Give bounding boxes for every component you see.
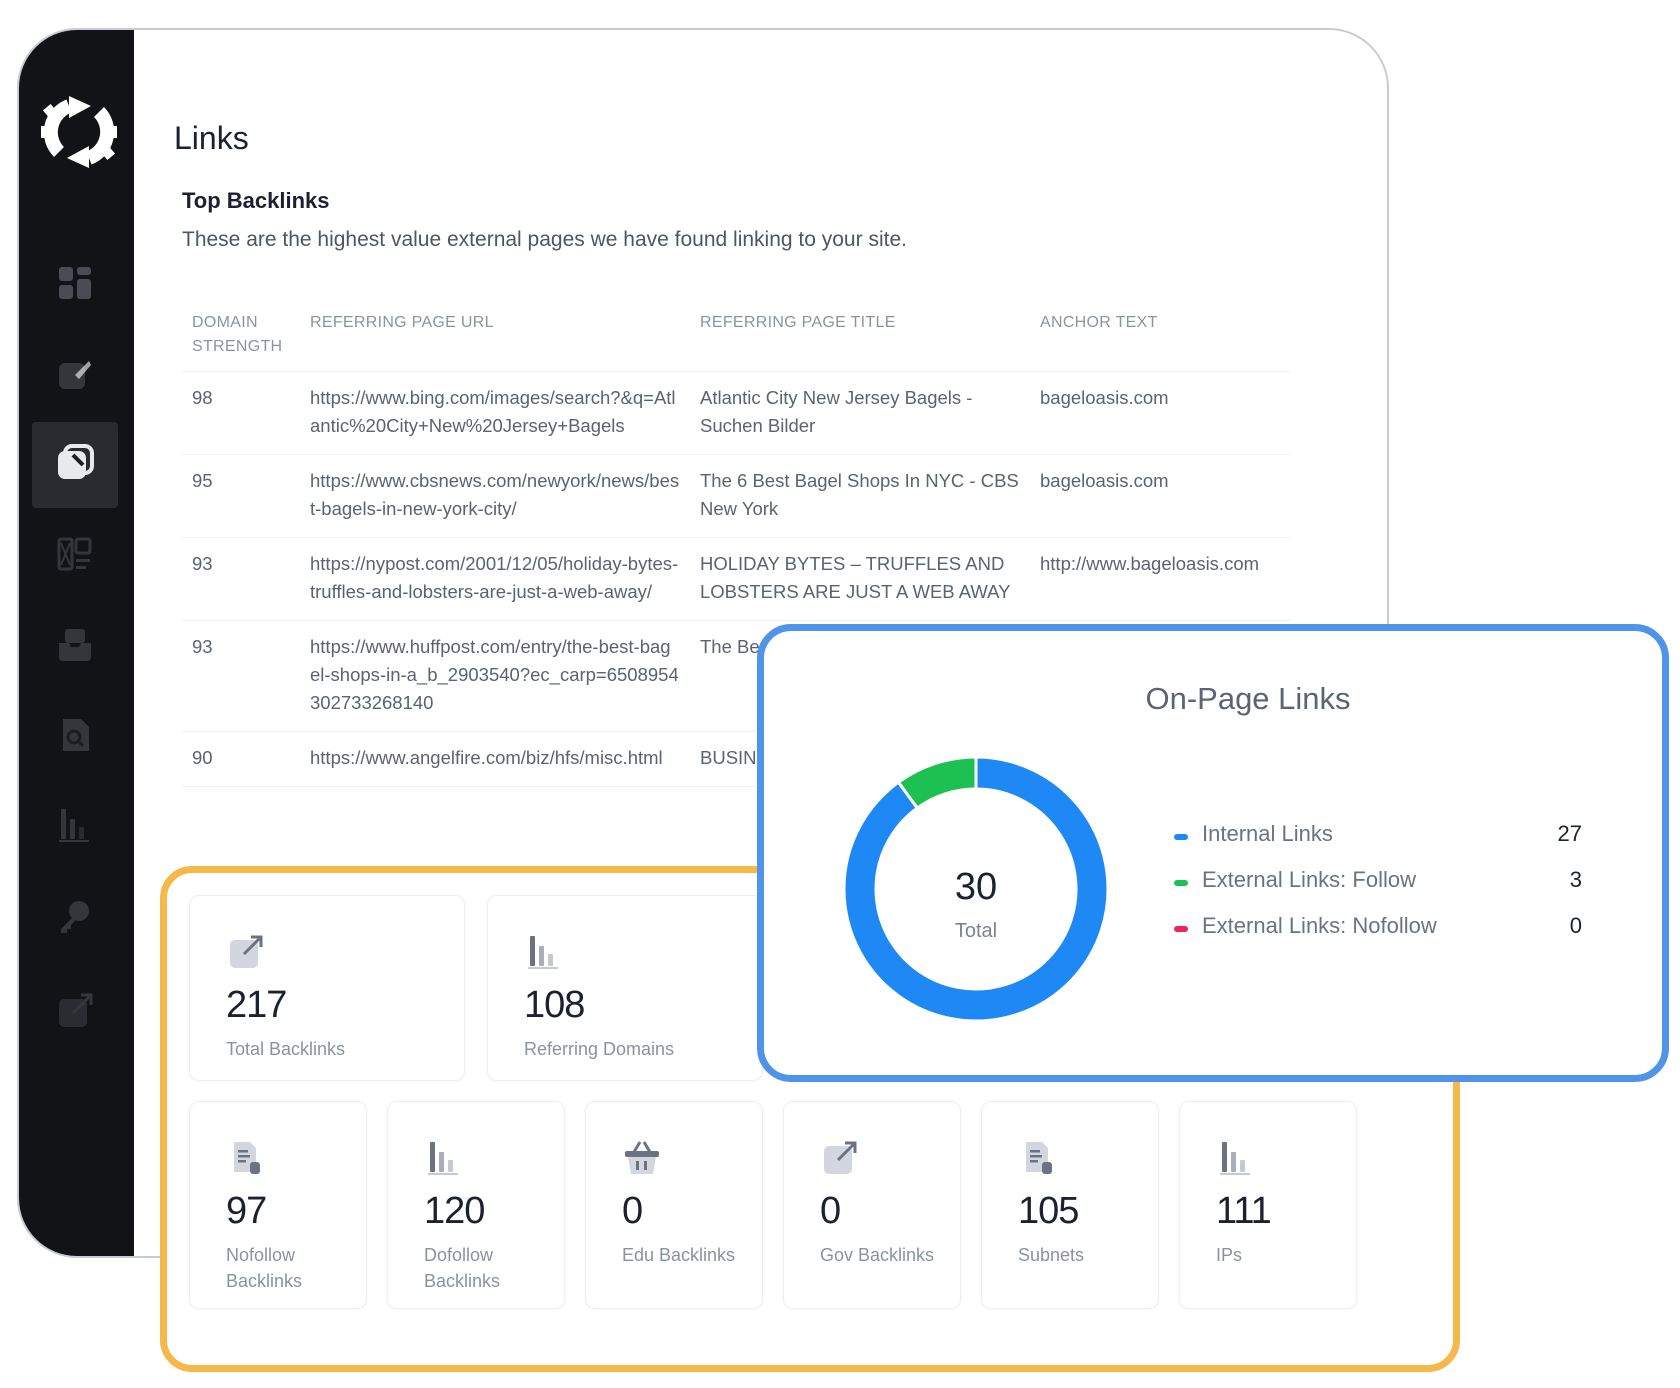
sidebar-item-edit[interactable] (32, 332, 118, 418)
anchor-text-cell: bageloasis.com (1030, 454, 1290, 538)
column-header-domain-strength[interactable]: DOMAIN STRENGTH (182, 295, 300, 372)
basket-icon (622, 1138, 662, 1178)
stat-value: 120 (424, 1190, 485, 1232)
sidebar-item-inbox[interactable] (32, 604, 118, 690)
stat-label: Total Backlinks (226, 1039, 346, 1059)
stat-card-dofollow-backlinks[interactable]: 120 Dofollow Backlinks (387, 1101, 565, 1309)
sidebar-item-links[interactable] (32, 422, 118, 508)
legend-value: 27 (1557, 821, 1582, 846)
search-document-icon (55, 715, 95, 760)
domain-strength-cell: 93 (182, 620, 300, 732)
referring-url-link[interactable]: https://www.angelfire.com/biz/hfs/misc.h… (300, 731, 690, 787)
inbox-icon (55, 625, 95, 670)
referring-url-link[interactable]: https://nypost.com/2001/12/05/holiday-by… (300, 537, 690, 621)
donut-total-value: 30 (955, 866, 997, 908)
section-title: Top Backlinks (182, 188, 330, 213)
stat-card-subnets[interactable]: 105 Subnets (981, 1101, 1159, 1309)
legend-marker (1174, 926, 1188, 932)
legend-marker (1174, 880, 1188, 886)
stat-label: Dofollow Backlinks (424, 1245, 501, 1291)
logo-icon[interactable] (29, 82, 129, 182)
stat-value: 217 (226, 984, 287, 1026)
table-header-row: DOMAIN STRENGTH REFERRING PAGE URL REFER… (182, 295, 1290, 372)
document-icon (226, 1138, 266, 1178)
document-icon (1018, 1138, 1058, 1178)
bar-chart-icon (524, 932, 564, 972)
table-row: 98 https://www.bing.com/images/search?&q=… (182, 371, 1290, 455)
stat-value: 105 (1018, 1190, 1079, 1232)
domain-strength-cell: 98 (182, 371, 300, 455)
bar-chart-icon (424, 1138, 464, 1178)
legend-value: 0 (1569, 913, 1582, 938)
stat-card-total-backlinks[interactable]: 217 Total Backlinks (189, 895, 465, 1081)
sidebar (19, 30, 134, 1256)
stat-value: 0 (622, 1190, 643, 1232)
bar-chart-icon (55, 805, 95, 850)
donut-total-label: Total (955, 920, 997, 942)
bar-chart-icon (1216, 1138, 1256, 1178)
referring-url-link[interactable]: https://www.bing.com/images/search?&q=At… (300, 371, 690, 455)
stat-label: Gov Backlinks (820, 1245, 935, 1265)
legend-label: External Links: Nofollow (1202, 913, 1437, 938)
stat-card-ips[interactable]: 111 IPs (1179, 1101, 1357, 1309)
sidebar-item-key[interactable] (32, 876, 118, 962)
column-header-title[interactable]: REFERRING PAGE TITLE (690, 295, 1030, 372)
stat-value: 111 (1216, 1190, 1272, 1232)
stat-card-gov-backlinks[interactable]: 0 Gov Backlinks (783, 1101, 961, 1309)
stat-card-edu-backlinks[interactable]: 0 Edu Backlinks (585, 1101, 763, 1309)
referring-url-link[interactable]: https://www.huffpost.com/entry/the-best-… (300, 620, 690, 732)
stat-label: Subnets (1018, 1245, 1085, 1265)
stat-card-nofollow-backlinks[interactable]: 97 Nofollow Backlinks (189, 1101, 367, 1309)
key-icon (55, 897, 95, 942)
stat-card-referring-domains[interactable]: 108 Referring Domains (487, 895, 763, 1081)
referring-url-link[interactable]: https://www.cbsnews.com/newyork/news/bes… (300, 454, 690, 538)
stat-value: 97 (226, 1190, 267, 1232)
stat-value: 108 (524, 984, 585, 1026)
referring-title-cell: The 6 Best Bagel Shops In NYC - CBS New … (690, 454, 1030, 538)
legend-value: 3 (1569, 867, 1582, 892)
stat-label: Nofollow Backlinks (226, 1245, 303, 1291)
legend-item[interactable]: Internal Links 27 (1174, 821, 1594, 867)
donut-chart: 30 Total (842, 755, 1110, 1023)
referring-title-cell: Atlantic City New Jersey Bagels - Suchen… (690, 371, 1030, 455)
layout-icon (55, 535, 95, 580)
on-page-links-title: On-Page Links (1145, 681, 1351, 716)
edit-icon (55, 353, 95, 398)
domain-strength-cell: 90 (182, 731, 300, 787)
sidebar-item-bar-chart[interactable] (32, 784, 118, 870)
sidebar-item-search-document[interactable] (32, 694, 118, 780)
donut-legend: Internal Links 27 External Links: Follow 3 E… (1174, 821, 1594, 959)
anchor-text-cell: bageloasis.com (1030, 371, 1290, 455)
stat-label: Edu Backlinks (622, 1245, 736, 1265)
legend-item[interactable]: External Links: Nofollow 0 (1174, 913, 1594, 959)
stat-label: IPs (1216, 1245, 1243, 1265)
stat-label: Referring Domains (524, 1039, 675, 1059)
table-row: 95 https://www.cbsnews.com/newyork/news/b… (182, 454, 1290, 538)
sidebar-item-external-link[interactable] (32, 970, 118, 1056)
column-header-anchor[interactable]: ANCHOR TEXT (1030, 295, 1290, 372)
table-row: 93 https://nypost.com/2001/12/05/holiday-… (182, 537, 1290, 621)
page-title: Links (174, 120, 249, 156)
dashboard-icon (55, 263, 95, 308)
legend-label: External Links: Follow (1202, 867, 1416, 892)
stat-value: 0 (820, 1190, 841, 1232)
external-link-icon (226, 932, 266, 972)
sidebar-item-dashboard[interactable] (32, 242, 118, 328)
referring-title-cell: HOLIDAY BYTES – TRUFFLES AND LOBSTERS AR… (690, 537, 1030, 621)
external-link-icon (820, 1138, 860, 1178)
links-icon (55, 443, 95, 488)
section-description: These are the highest value external pag… (182, 228, 907, 251)
column-header-url[interactable]: REFERRING PAGE URL (300, 295, 690, 372)
anchor-text-cell: http://www.bageloasis.com (1030, 537, 1290, 621)
legend-label: Internal Links (1202, 821, 1333, 846)
external-link-icon (55, 991, 95, 1036)
domain-strength-cell: 93 (182, 537, 300, 621)
sidebar-item-layout[interactable] (32, 514, 118, 600)
legend-marker (1174, 834, 1188, 840)
on-page-links-card: On-Page Links 30 Total Internal Links 27 E… (757, 624, 1669, 1082)
legend-item[interactable]: External Links: Follow 3 (1174, 867, 1594, 913)
domain-strength-cell: 95 (182, 454, 300, 538)
